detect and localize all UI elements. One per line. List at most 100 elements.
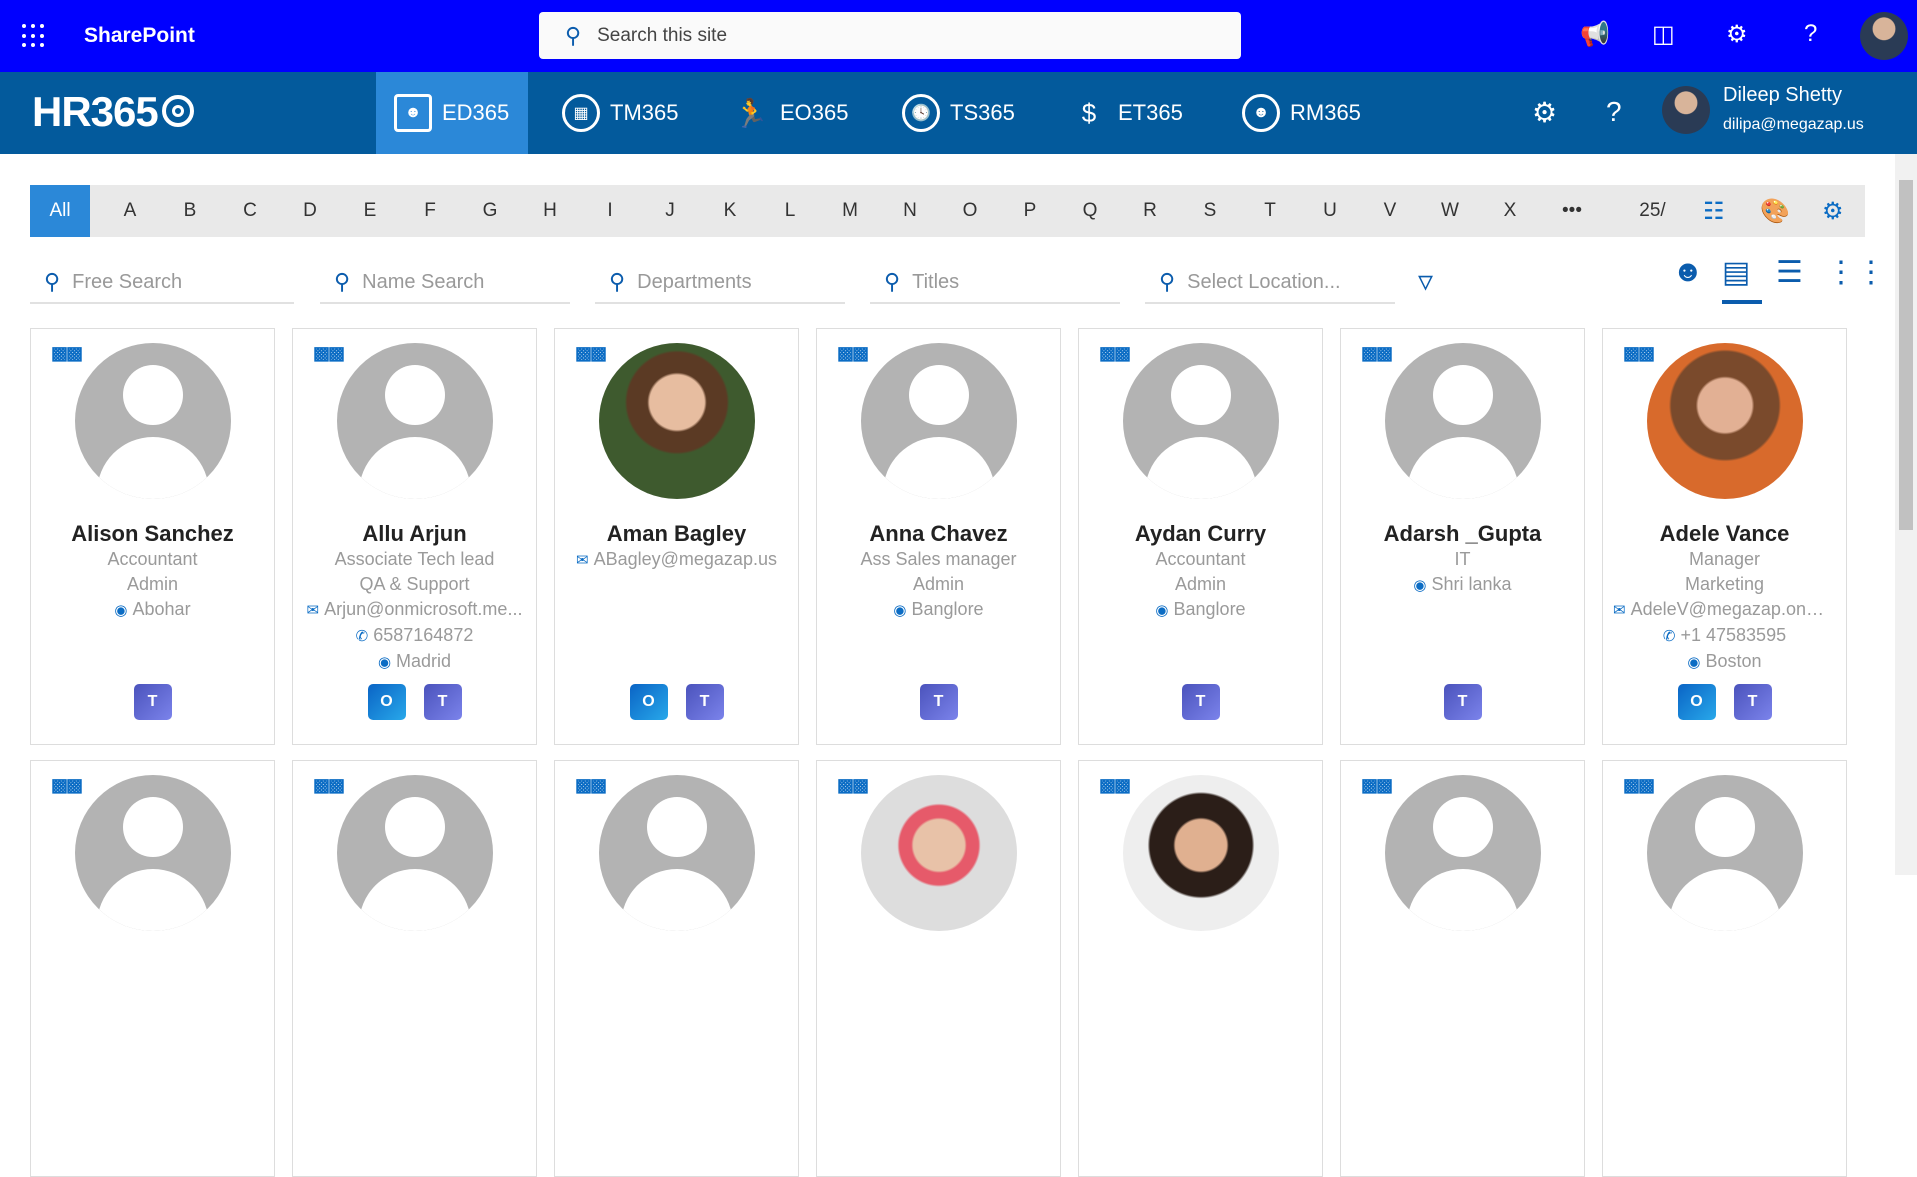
alpha-letter-f[interactable]: F: [410, 185, 450, 237]
alpha-letter-e[interactable]: E: [350, 185, 390, 237]
alpha-letter-r[interactable]: R: [1130, 185, 1170, 237]
alpha-letter-u[interactable]: U: [1310, 185, 1350, 237]
alpha-letter-q[interactable]: Q: [1070, 185, 1110, 237]
qr-code-icon[interactable]: ▩▩: [1361, 775, 1393, 796]
employee-card[interactable]: ▩▩ Adarsh _Gupta IT ◉ Shri lanka T: [1340, 328, 1585, 745]
detail-text[interactable]: Arjun@onmicrosoft.me...: [324, 599, 522, 619]
qr-code-icon[interactable]: ▩▩: [1099, 343, 1131, 364]
teams-apps-icon[interactable]: ◫: [1652, 20, 1675, 49]
alpha-letter-c[interactable]: C: [230, 185, 270, 237]
employee-card[interactable]: ▩▩ Aman Bagley ✉ ABagley@megazap.us O T: [554, 328, 799, 745]
employee-card[interactable]: ▩▩: [30, 760, 275, 1177]
qr-code-icon[interactable]: ▩▩: [51, 343, 83, 364]
help-icon[interactable]: ?: [1804, 20, 1817, 48]
card-view-icon[interactable]: ▤: [1722, 255, 1750, 290]
detail-text[interactable]: ABagley@megazap.us: [594, 549, 777, 569]
employee-name[interactable]: Aydan Curry: [1079, 521, 1322, 547]
teams-icon[interactable]: T: [1733, 684, 1772, 720]
outlook-icon[interactable]: O: [629, 684, 668, 720]
clear-filter-icon[interactable]: ▿: [1418, 264, 1433, 299]
alpha-letter-j[interactable]: J: [650, 185, 690, 237]
list-view-icon[interactable]: ☰: [1776, 255, 1803, 290]
alpha-letter-h[interactable]: H: [530, 185, 570, 237]
qr-code-icon[interactable]: ▩▩: [575, 343, 607, 364]
tab-rm365[interactable]: ☻ RM365: [1224, 72, 1379, 154]
add-user-icon[interactable]: ☻: [1672, 255, 1704, 289]
alpha-letter-p[interactable]: P: [1010, 185, 1050, 237]
alpha-more[interactable]: •••: [1552, 185, 1592, 237]
account-avatar[interactable]: [1860, 12, 1908, 60]
employee-card[interactable]: ▩▩ Adele Vance Manager Marketing ✉ AdeleV@me…: [1602, 328, 1847, 745]
alpha-letter-s[interactable]: S: [1190, 185, 1230, 237]
tab-tm365[interactable]: ▦ TM365: [544, 72, 696, 154]
tab-et365[interactable]: $ ET365: [1052, 72, 1201, 154]
hr365-logo[interactable]: HR365: [32, 88, 194, 136]
employee-name[interactable]: Aman Bagley: [555, 521, 798, 547]
outlook-icon[interactable]: O: [1677, 684, 1716, 720]
location-input[interactable]: ⚲ Select Location...: [1145, 262, 1395, 304]
employee-card[interactable]: ▩▩: [292, 760, 537, 1177]
alpha-letter-b[interactable]: B: [170, 185, 210, 237]
grid-view-icon[interactable]: ⋮⋮: [1826, 255, 1886, 290]
settings-icon[interactable]: ⚙: [1822, 197, 1844, 226]
teams-icon[interactable]: T: [1181, 684, 1220, 720]
alpha-letter-v[interactable]: V: [1370, 185, 1410, 237]
app-launcher-icon[interactable]: [22, 24, 46, 48]
employee-card[interactable]: ▩▩: [1602, 760, 1847, 1177]
qr-code-icon[interactable]: ▩▩: [1361, 343, 1393, 364]
teams-icon[interactable]: T: [423, 684, 462, 720]
qr-code-icon[interactable]: ▩▩: [313, 343, 345, 364]
alpha-letter-i[interactable]: I: [590, 185, 630, 237]
employee-card[interactable]: ▩▩: [1340, 760, 1585, 1177]
teams-icon[interactable]: T: [685, 684, 724, 720]
alpha-letter-t[interactable]: T: [1250, 185, 1290, 237]
qr-code-icon[interactable]: ▩▩: [837, 775, 869, 796]
teams-icon[interactable]: T: [133, 684, 172, 720]
qr-code-icon[interactable]: ▩▩: [575, 775, 607, 796]
employee-card[interactable]: ▩▩: [554, 760, 799, 1177]
scrollbar[interactable]: [1895, 154, 1917, 875]
employee-card[interactable]: ▩▩ Alison Sanchez Accountant Admin ◉ Abohar T: [30, 328, 275, 745]
alpha-all[interactable]: All: [30, 185, 90, 237]
alpha-letter-g[interactable]: G: [470, 185, 510, 237]
alpha-letter-w[interactable]: W: [1430, 185, 1470, 237]
alpha-letter-k[interactable]: K: [710, 185, 750, 237]
tab-ed365[interactable]: ☻ ED365: [376, 72, 528, 154]
alpha-letter-o[interactable]: O: [950, 185, 990, 237]
departments-input[interactable]: ⚲ Departments: [595, 262, 845, 304]
alpha-letter-m[interactable]: M: [830, 185, 870, 237]
detail-text[interactable]: AdeleV@megazap.onmic...: [1631, 599, 1846, 619]
employee-card[interactable]: ▩▩: [1078, 760, 1323, 1177]
detail-text[interactable]: 6587164872: [373, 625, 473, 645]
qr-code-icon[interactable]: ▩▩: [313, 775, 345, 796]
employee-name[interactable]: Adarsh _Gupta: [1341, 521, 1584, 547]
palette-icon[interactable]: 🎨: [1760, 197, 1790, 226]
name-search-input[interactable]: ⚲ Name Search: [320, 262, 570, 304]
free-search-input[interactable]: ⚲ Free Search: [30, 262, 294, 304]
employee-card[interactable]: ▩▩: [816, 760, 1061, 1177]
scrollbar-thumb[interactable]: [1899, 180, 1913, 530]
megaphone-icon[interactable]: 📢: [1580, 20, 1610, 49]
alpha-letter-x[interactable]: X: [1490, 185, 1530, 237]
tab-ts365[interactable]: 🕓 TS365: [884, 72, 1033, 154]
qr-code-icon[interactable]: ▩▩: [1623, 343, 1655, 364]
employee-name[interactable]: Allu Arjun: [293, 521, 536, 547]
alpha-letter-l[interactable]: L: [770, 185, 810, 237]
employee-card[interactable]: ▩▩ Aydan Curry Accountant Admin ◉ Banglore T: [1078, 328, 1323, 745]
employee-card[interactable]: ▩▩ Allu Arjun Associate Tech lead QA & Sup…: [292, 328, 537, 745]
qr-code-icon[interactable]: ▩▩: [1623, 775, 1655, 796]
settings-gear-icon[interactable]: ⚙: [1532, 96, 1557, 129]
employee-name[interactable]: Alison Sanchez: [31, 521, 274, 547]
teams-icon[interactable]: T: [1443, 684, 1482, 720]
detail-text[interactable]: +1 47583595: [1680, 625, 1786, 645]
user-avatar[interactable]: [1662, 86, 1710, 134]
qr-code-icon[interactable]: ▩▩: [51, 775, 83, 796]
tab-eo365[interactable]: 🏃 EO365: [714, 72, 867, 154]
page-size[interactable]: 25/: [1630, 185, 1675, 237]
site-search-box[interactable]: ⚲ Search this site: [539, 12, 1241, 59]
qr-code-icon[interactable]: ▩▩: [837, 343, 869, 364]
alpha-letter-n[interactable]: N: [890, 185, 930, 237]
qr-code-icon[interactable]: ▩▩: [1099, 775, 1131, 796]
alpha-letter-a[interactable]: A: [110, 185, 150, 237]
outlook-icon[interactable]: O: [367, 684, 406, 720]
